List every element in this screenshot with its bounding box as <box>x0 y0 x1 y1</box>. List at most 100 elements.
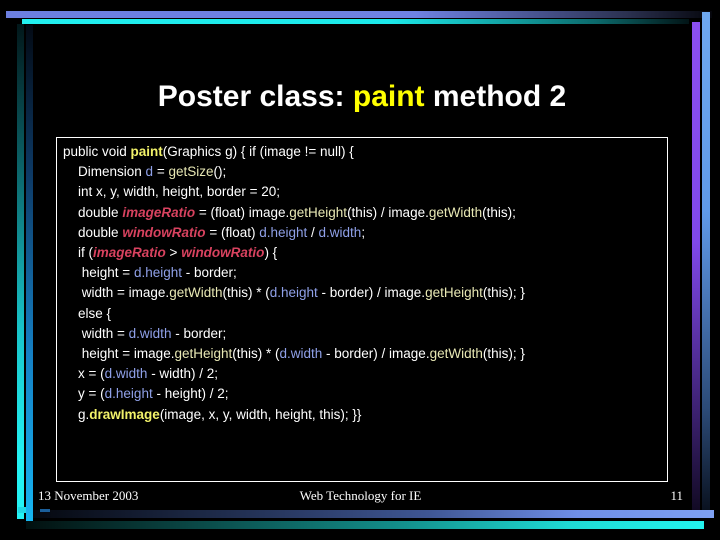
slide-title-suffix: method 2 <box>424 80 567 113</box>
code-token: - height) / 2; <box>152 386 229 402</box>
code-token: public void <box>63 144 131 159</box>
code-token: - width) / 2; <box>147 366 218 382</box>
slide-title: Poster class: paint method 2 <box>56 79 668 115</box>
code-token: height = image. <box>81 346 175 362</box>
code-token: Dimension <box>78 164 146 180</box>
code-token: getHeight <box>425 285 483 301</box>
code-token: drawImage <box>89 406 160 422</box>
code-line: else { <box>63 304 661 324</box>
code-line: int x, y, width, height, border = 20; <box>63 182 661 202</box>
decor-tick-left-top <box>40 509 50 512</box>
code-token: d.width <box>318 224 362 240</box>
code-line: Dimension d = getSize(); <box>63 162 661 182</box>
code-token: double <box>78 204 123 220</box>
footer-center-text: Web Technology for IE <box>299 488 422 503</box>
code-token: else { <box>78 305 112 321</box>
code-token: (this); } <box>482 346 525 362</box>
code-token: > <box>165 245 182 261</box>
code-token: d.width <box>279 346 323 362</box>
decor-bar-bottom-cyan <box>26 521 704 529</box>
code-token: double <box>78 224 123 240</box>
code-token: (); <box>213 164 227 180</box>
code-token: g. <box>78 406 90 422</box>
code-token: windowRatio <box>122 224 206 240</box>
code-token: (this) * ( <box>232 346 280 362</box>
code-line: if (imageRatio > windowRatio) { <box>63 243 661 263</box>
code-token: height = <box>81 265 134 281</box>
code-line: double windowRatio = (float) d.height / … <box>63 223 661 243</box>
code-token: (this) / image. <box>347 204 429 220</box>
code-line: double imageRatio = (float) image.getHei… <box>63 203 661 223</box>
code-token: d.height <box>269 285 318 301</box>
slide: Poster class: paint method 2 public void… <box>0 0 720 540</box>
code-token: getWidth <box>169 285 223 301</box>
code-token: paint <box>130 144 163 159</box>
code-line: y = (d.height - height) / 2; <box>63 384 661 404</box>
slide-title-prefix: Poster class: <box>157 80 353 113</box>
code-token: (this); } <box>482 285 525 301</box>
decor-bar-right-purple <box>692 22 700 510</box>
code-line: height = d.height - border; <box>63 263 661 283</box>
code-line: g.drawImage(image, x, y, width, height, … <box>63 405 661 425</box>
code-token: getHeight <box>289 204 348 220</box>
code-line: public void paint(Graphics g) { if (imag… <box>63 142 661 162</box>
footer-page-number: 11 <box>670 488 683 503</box>
code-token: getWidth <box>429 346 483 362</box>
code-token: - border) / image. <box>322 346 430 362</box>
code-token: imageRatio <box>93 245 166 261</box>
decor-bar-top-cyan <box>22 19 689 24</box>
code-token: = (float) image. <box>195 204 290 220</box>
code-token: - border; <box>181 265 237 281</box>
code-token: (image, x, y, width, height, this); }} <box>159 406 362 422</box>
code-line: x = (d.width - width) / 2; <box>63 364 661 384</box>
code-token: if ( <box>78 245 94 261</box>
code-token: / <box>307 224 319 240</box>
code-token: ) { <box>264 245 278 261</box>
code-line: height = image.getHeight(this) * (d.widt… <box>63 344 661 364</box>
decor-bar-right-blue <box>702 12 710 510</box>
code-token: d.width <box>104 366 148 382</box>
code-token: y = ( <box>78 386 105 402</box>
code-token: getWidth <box>428 204 483 220</box>
code-line: width = image.getWidth(this) * (d.height… <box>63 283 661 303</box>
code-token: windowRatio <box>181 245 265 261</box>
decor-bar-left-cyan <box>17 24 24 519</box>
decor-bar-bottom-blue <box>33 510 714 518</box>
decor-tick-left-bottom <box>18 507 26 513</box>
code-token: ; <box>361 224 366 240</box>
code-token: - border) / image. <box>317 285 426 301</box>
code-token: d.height <box>104 386 153 402</box>
code-token: d.height <box>259 224 308 240</box>
code-token: x = ( <box>78 366 105 382</box>
code-token: width = image. <box>81 285 170 301</box>
code-token: d.width <box>128 325 172 341</box>
code-token: int x, y, width, height, border = 20; <box>78 184 281 200</box>
code-token: getSize <box>168 164 214 180</box>
code-token: getHeight <box>174 346 233 362</box>
decor-bar-left-blue <box>26 25 33 525</box>
code-token: (this) * ( <box>222 285 270 301</box>
code-token: - border; <box>171 325 227 341</box>
code-token: (this); <box>482 204 516 220</box>
code-token: (Graphics g) { if (image != null) { <box>162 144 354 159</box>
code-token: = (float) <box>205 224 260 240</box>
code-token: imageRatio <box>122 204 196 220</box>
decor-bar-top-blue <box>6 11 712 18</box>
code-token: d.height <box>133 265 182 281</box>
slide-footer: 13 November 2003 Web Technology for IE 1… <box>38 488 683 508</box>
slide-title-highlight: paint <box>352 80 425 113</box>
code-token: d <box>145 164 154 180</box>
